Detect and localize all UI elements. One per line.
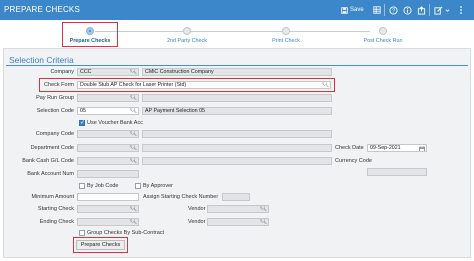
check-date-field[interactable]: 09-Sep-2021 (367, 144, 427, 152)
check-date-value: 09-Sep-2021 (370, 145, 401, 151)
search-icon[interactable]: 🔍︎ (130, 219, 137, 225)
search-icon[interactable]: 🔍︎ (130, 158, 137, 164)
page-title: PREPARE CHECKS (4, 5, 81, 14)
ending-check-field[interactable]: 🔍︎ (77, 218, 139, 226)
section-divider (6, 65, 468, 66)
export-icon (417, 5, 426, 15)
selection-code-name-field: AP Payment Selection 05 (142, 107, 332, 115)
search-icon[interactable]: 🔍︎ (130, 69, 137, 75)
wizard-step-dot-2nd-party-check[interactable] (183, 27, 191, 35)
department-code-input[interactable]: 🔍︎ (77, 144, 139, 152)
selection-code-label: Selection Code (36, 108, 74, 114)
help-icon: ? (389, 5, 398, 15)
toolbar-divider (384, 4, 385, 16)
vendor-end-label: Vendor (188, 219, 206, 225)
by-approver-checkbox[interactable] (135, 183, 141, 189)
selection-code-value: 05 (80, 108, 86, 114)
company-label: Company (50, 69, 74, 75)
company-code-field[interactable]: CCC 🔍︎ (77, 68, 139, 76)
search-icon[interactable]: 🔍︎ (130, 108, 137, 114)
info-button[interactable] (403, 3, 412, 17)
search-icon[interactable]: 🔍︎ (130, 206, 137, 212)
pay-run-group-code-field[interactable]: 🔍︎ (77, 94, 139, 102)
wizard-step-dot-post-check-run[interactable] (379, 27, 387, 35)
by-job-code-checkbox[interactable] (79, 183, 85, 189)
kebab-menu-icon (459, 5, 463, 15)
company-code-label: Company Code (35, 131, 74, 137)
table-icon (373, 6, 381, 14)
bank-account-num-label: Bank Account Num (27, 171, 74, 177)
info-icon (403, 5, 412, 15)
by-job-code-label: By Job Code (87, 183, 119, 189)
edit-button[interactable] (434, 3, 450, 17)
toolbar-divider (429, 4, 430, 16)
company-code-input[interactable]: 🔍︎ (77, 130, 139, 138)
use-voucher-bank-acc-checkbox[interactable] (79, 119, 85, 126)
search-icon[interactable]: 🔍︎ (260, 206, 267, 212)
wizard-step-post-check-run[interactable]: Post Check Run (353, 38, 413, 44)
pay-run-group-label: Pay Run Group (36, 95, 74, 101)
more-menu-button[interactable] (459, 3, 463, 17)
department-code-label: Department Code (30, 145, 74, 151)
assign-starting-check-number-label: Assign Starting Check Number (143, 194, 219, 200)
ending-check-label: Ending Check (39, 219, 74, 225)
search-icon[interactable]: 🔍︎ (130, 95, 137, 101)
calendar-icon[interactable] (419, 145, 425, 151)
check-date-label: Check Date (335, 145, 364, 151)
highlight-box-check-form (39, 78, 335, 92)
starting-check-label: Starting Check (37, 206, 74, 212)
wizard-connector (195, 31, 290, 32)
section-title: Selection Criteria (9, 55, 74, 65)
selection-code-field[interactable]: 05 🔍︎ (77, 107, 139, 115)
vendor-start-label: Vendor (188, 206, 206, 212)
app-header: PREPARE CHECKS Save ? (0, 0, 474, 20)
minimum-amount-field[interactable] (77, 193, 139, 201)
svg-text:?: ? (392, 8, 395, 14)
starting-check-field[interactable]: 🔍︎ (77, 205, 139, 213)
search-icon[interactable]: 🔍︎ (130, 145, 137, 151)
export-button[interactable] (417, 3, 426, 17)
use-voucher-bank-acc-label: Use Voucher Bank Acc (87, 120, 143, 126)
pay-run-group-name-field (142, 94, 332, 102)
help-button[interactable]: ? (389, 3, 398, 17)
department-code-desc-field (142, 144, 332, 152)
search-icon[interactable]: 🔍︎ (260, 219, 267, 225)
highlight-box-prepare-button (73, 237, 128, 253)
bank-cash-gl-code-input[interactable]: 🔍︎ (77, 157, 139, 165)
save-icon (341, 6, 348, 14)
currency-code-field[interactable] (367, 168, 427, 176)
company-code-desc-field (142, 130, 332, 138)
search-icon[interactable]: 🔍︎ (130, 131, 137, 137)
bank-account-num-field[interactable] (77, 170, 139, 178)
group-checks-by-subcontract-label: Group Checks By Sub-Contract (87, 230, 165, 236)
assign-starting-check-number-field[interactable] (222, 193, 250, 201)
company-code-value: CCC (80, 69, 92, 75)
edit-icon (434, 6, 443, 15)
table-button[interactable] (373, 3, 381, 17)
wizard-connector (290, 31, 370, 32)
save-label: Save (350, 7, 364, 13)
currency-code-label: Currency Code (335, 158, 372, 164)
vendor-end-field[interactable]: 🔍︎ (207, 218, 269, 226)
chevron-down-icon (445, 8, 450, 13)
wizard-step-2nd-party-check[interactable]: 2nd Party Check (157, 38, 217, 44)
wizard-step-dot-print-check[interactable] (282, 27, 290, 35)
by-approver-label: By Approver (143, 183, 173, 189)
bank-cash-gl-code-label: Bank Cash G/L Code (22, 158, 74, 164)
bank-cash-gl-code-desc-field (142, 157, 332, 165)
wizard-step-print-check[interactable]: Print Check (256, 38, 316, 44)
vendor-start-field[interactable]: 🔍︎ (207, 205, 269, 213)
group-checks-by-subcontract-checkbox[interactable] (79, 230, 85, 236)
save-button[interactable]: Save (341, 3, 364, 17)
highlight-box-wizard-step (62, 22, 118, 47)
company-name-field: CMiC Construction Company (142, 68, 332, 76)
minimum-amount-label: Minimum Amount (31, 194, 75, 200)
